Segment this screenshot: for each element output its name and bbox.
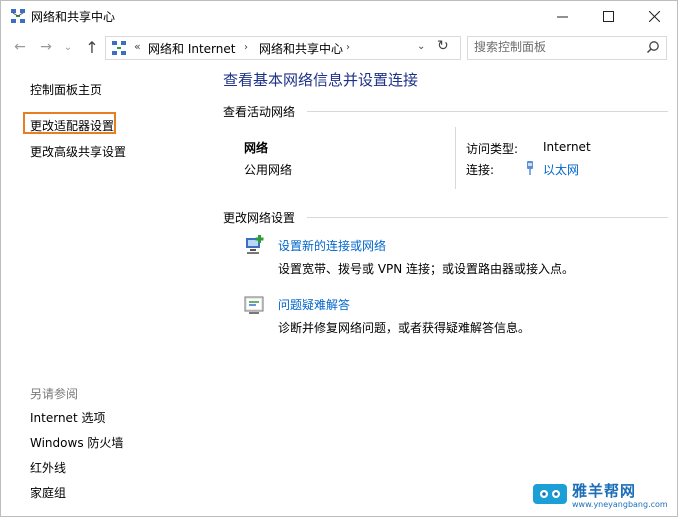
troubleshoot-problems-link[interactable]: 问题疑难解答 [278, 296, 350, 313]
access-type-value: Internet [543, 140, 591, 154]
change-adapter-settings-link[interactable]: 更改适配器设置 [30, 117, 114, 134]
setup-new-connection-description: 设置宽带、拨号或 VPN 连接；或设置路由器或接入点。 [278, 262, 575, 276]
watermark-logo-icon [533, 484, 567, 504]
see-also-heading: 另请参阅 [30, 387, 79, 401]
ethernet-icon [527, 161, 533, 175]
title-bar: 网络和共享中心 [1, 1, 677, 31]
watermark: 雅羊帮网 www.yneyangbang.com [527, 477, 677, 516]
network-center-icon [11, 9, 25, 23]
network-setup-icon [246, 235, 264, 254]
search-input[interactable] [474, 39, 639, 55]
breadcrumb-separator[interactable]: › [244, 42, 248, 53]
ethernet-connection-link[interactable]: 以太网 [543, 161, 579, 178]
page-title: 查看基本网络信息并设置连接 [223, 71, 419, 89]
setup-new-connection-link[interactable]: 设置新的连接或网络 [278, 237, 386, 254]
address-bar[interactable]: « 网络和 Internet › 网络和共享中心 › ⌄ ↻ [105, 36, 461, 60]
window-title: 网络和共享中心 [31, 10, 116, 24]
breadcrumb-network-internet[interactable]: 网络和 Internet [148, 40, 235, 57]
control-panel-window: 网络和共享中心 ← → ⌄ ↑ « 网络和 Internet › 网络和共享中心… [0, 0, 678, 517]
breadcrumb-sharing-center[interactable]: 网络和共享中心 [259, 40, 343, 57]
network-name: 网络 [244, 141, 269, 155]
up-arrow-icon[interactable]: ↑ [83, 38, 101, 57]
troubleshoot-problems-description: 诊断并修复网络问题，或者获得疑难解答信息。 [278, 321, 531, 335]
windows-firewall-link[interactable]: Windows 防火墙 [30, 434, 123, 451]
section-divider [307, 111, 668, 112]
close-button[interactable] [631, 1, 677, 31]
close-icon [648, 10, 660, 22]
watermark-url: www.yneyangbang.com [572, 500, 668, 509]
active-network-panel: 网络 公用网络 访问类型: Internet 连接: 以太网 [223, 125, 668, 191]
minimize-icon [556, 16, 568, 17]
control-panel-home-link[interactable]: 控制面板主页 [30, 81, 102, 98]
troubleshoot-icon [244, 296, 264, 314]
address-overflow[interactable]: « [134, 40, 141, 53]
homegroup-link[interactable]: 家庭组 [30, 484, 66, 501]
search-icon[interactable] [646, 40, 660, 54]
breadcrumb-separator-end[interactable]: › [346, 42, 350, 53]
watermark-name: 雅羊帮网 [572, 482, 637, 500]
network-location-icon [112, 41, 126, 55]
vertical-divider [455, 127, 456, 189]
change-advanced-sharing-link[interactable]: 更改高级共享设置 [30, 143, 126, 160]
change-settings-heading: 更改网络设置 [223, 211, 296, 225]
network-type: 公用网络 [244, 163, 293, 177]
access-type-label: 访问类型: [466, 142, 519, 156]
navigation-bar: ← → ⌄ ↑ « 网络和 Internet › 网络和共享中心 › ⌄ ↻ [1, 33, 677, 61]
active-networks-heading: 查看活动网络 [223, 105, 296, 119]
internet-options-link[interactable]: Internet 选项 [30, 409, 105, 426]
left-navigation-pane: 控制面板主页 更改适配器设置 更改高级共享设置 另请参阅 Internet 选项… [1, 63, 211, 516]
recent-locations-chevron-icon[interactable]: ⌄ [59, 38, 77, 56]
maximize-button[interactable] [585, 1, 631, 31]
forward-arrow-icon[interactable]: → [37, 38, 55, 56]
search-box[interactable] [467, 36, 667, 60]
address-dropdown-chevron-icon[interactable]: ⌄ [417, 41, 425, 52]
back-arrow-icon[interactable]: ← [11, 38, 29, 56]
refresh-icon[interactable]: ↻ [437, 38, 449, 54]
maximize-icon [602, 10, 614, 22]
infrared-link[interactable]: 红外线 [30, 459, 66, 476]
main-content: 查看基本网络信息并设置连接 查看活动网络 网络 公用网络 访问类型: Inter… [223, 63, 673, 516]
connections-label: 连接: [466, 163, 495, 177]
section-divider [307, 217, 668, 218]
minimize-button[interactable] [539, 1, 585, 31]
